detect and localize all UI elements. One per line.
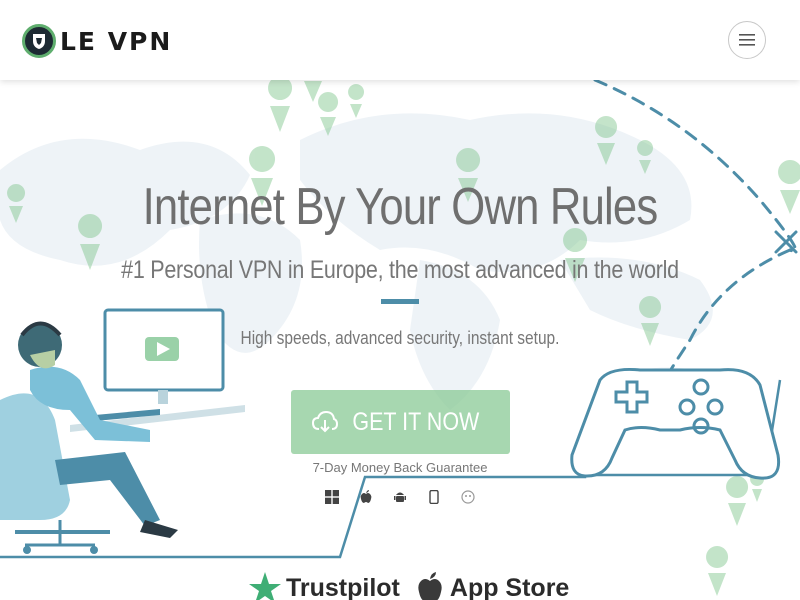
title-divider [381,299,419,304]
hero-title: Internet By Your Own Rules [142,178,659,236]
money-back-guarantee: 7-Day Money Back Guarantee [312,460,488,475]
brand-logo[interactable]: LE VPN [22,22,172,60]
trustpilot-star-icon [249,572,281,600]
lion-crest-icon [22,24,56,58]
hero-tagline: High speeds, advanced security, instant … [240,328,560,348]
apple-icon[interactable] [357,488,375,506]
android-icon[interactable] [391,488,409,506]
trustpilot-badge[interactable]: Trustpilot [248,571,400,600]
brand-name: LE VPN [60,26,173,56]
mobile-icon[interactable] [425,488,443,506]
hamburger-icon [739,34,755,46]
trustpilot-label: Trustpilot [286,573,400,600]
app-store-badge[interactable]: App Store [416,572,569,600]
get-it-now-button[interactable]: GET IT NOW [291,390,510,454]
platform-icons [320,488,480,506]
menu-button[interactable] [728,21,766,59]
linux-icon[interactable] [459,488,477,506]
hero-section: Internet By Your Own Rules #1 Personal V… [0,80,800,600]
get-it-now-label: GET IT NOW [351,407,480,436]
apple-logo-icon [418,572,442,600]
cloud-download-icon [311,411,338,433]
site-header: LE VPN [0,0,800,80]
app-store-label: App Store [449,573,570,600]
trust-badges: Trustpilot App Store [248,568,569,600]
hero-subtitle: #1 Personal VPN in Europe, the most adva… [121,256,679,284]
windows-icon[interactable] [323,488,341,506]
